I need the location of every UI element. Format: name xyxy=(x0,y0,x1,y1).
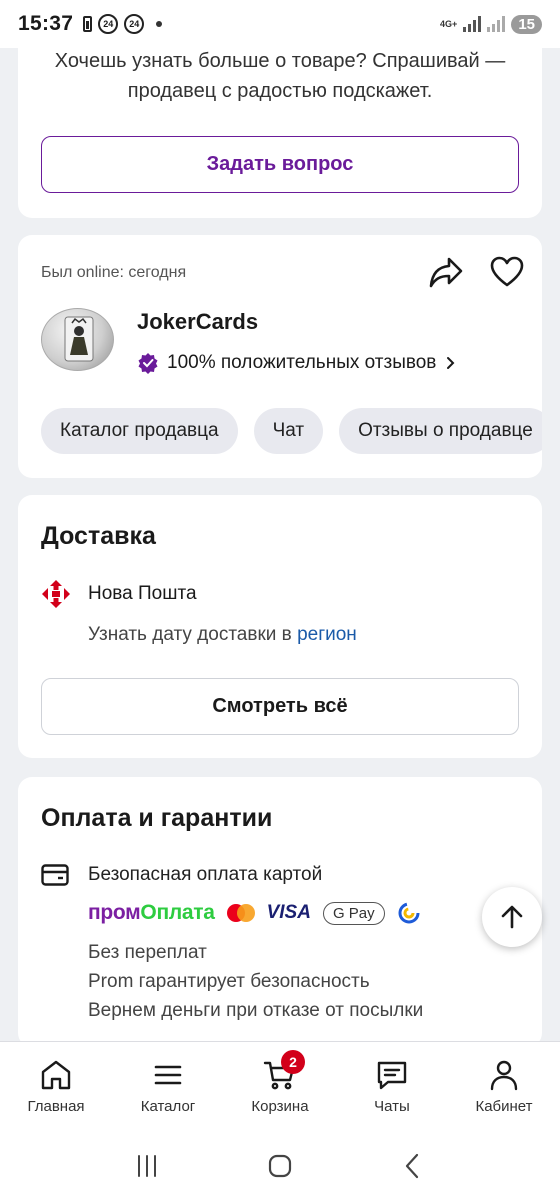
mastercard-icon xyxy=(226,904,255,922)
prom-payment-logo: промОплата xyxy=(88,901,215,924)
visa-logo: VISA xyxy=(266,902,311,923)
favorite-heart-icon[interactable] xyxy=(490,255,524,289)
battery-saver-icon xyxy=(83,16,93,32)
status-notification-icons: 24 24 xyxy=(83,14,163,34)
seller-chips: Каталог продавца Чат Отзывы о продавце xyxy=(41,408,542,454)
payment-title: Оплата и гарантии xyxy=(41,804,273,832)
recent-apps-icon[interactable] xyxy=(132,1151,162,1181)
ask-question-text: Хочешь узнать больше о товаре? Спрашивай… xyxy=(54,50,506,102)
seller-online-status: Был online: сегодня xyxy=(41,264,187,281)
seller-card: Был online: сегодня JokerCards 100% поло… xyxy=(18,235,542,478)
home-button-icon[interactable] xyxy=(265,1151,295,1181)
nav-catalog-label: Каталог xyxy=(140,1098,196,1115)
back-icon[interactable] xyxy=(398,1151,428,1181)
payment-card: Оплата и гарантии Безопасная оплата карт… xyxy=(18,777,542,1047)
bottom-navigation: Главная Каталог 2 Корзина Чаты Кабинет xyxy=(0,1041,560,1131)
chip-chat[interactable]: Чат xyxy=(253,408,324,454)
nav-chats-label: Чаты xyxy=(374,1098,410,1115)
arrow-up-icon xyxy=(501,905,523,929)
signal-icon-2 xyxy=(487,16,506,32)
payment-benefit: Вернем деньги при отказе от посылки xyxy=(88,1000,424,1021)
more-notifications-dot xyxy=(156,21,163,27)
delivery-date-line: Узнать дату доставки в регион xyxy=(88,624,357,646)
google-pay-logo: G Pay xyxy=(322,901,385,925)
nav-account[interactable]: Кабинет xyxy=(448,1042,560,1131)
verified-badge-icon xyxy=(138,353,158,374)
chevron-right-icon xyxy=(447,357,455,369)
seller-rating-text: 100% положительных отзывов xyxy=(167,352,437,373)
payment-benefit: Prom гарантирует безопасность xyxy=(88,971,370,992)
network-type-icon: 4G+ xyxy=(440,18,458,29)
payment-provider-icon xyxy=(398,902,420,924)
nova-poshta-icon xyxy=(42,580,70,608)
chat-icon xyxy=(377,1061,407,1090)
ask-question-card: Хочешь узнать больше о товаре? Спрашивай… xyxy=(18,38,542,218)
delivery-region-link[interactable]: регион xyxy=(297,624,357,645)
notification-24-icon: 24 xyxy=(124,14,145,34)
delivery-date-text: Узнать дату доставки в xyxy=(88,624,292,645)
nav-home[interactable]: Главная xyxy=(0,1042,112,1131)
seller-avatar[interactable] xyxy=(41,308,114,371)
home-icon xyxy=(41,1060,71,1090)
nav-cart-label: Корзина xyxy=(251,1098,309,1115)
delivery-card: Доставка Нова Пошта Узнать дату доставки… xyxy=(18,495,542,758)
view-all-delivery-button[interactable]: Смотреть всё xyxy=(41,678,519,735)
ask-question-button[interactable]: Задать вопрос xyxy=(41,136,519,193)
share-icon[interactable] xyxy=(428,255,464,289)
nav-account-label: Кабинет xyxy=(475,1098,533,1115)
cart-count-badge: 2 xyxy=(281,1050,305,1074)
signal-icon xyxy=(463,16,482,32)
menu-icon xyxy=(154,1065,182,1085)
secure-payment-text: Безопасная оплата картой xyxy=(88,864,323,885)
status-time: 15:37 xyxy=(18,12,74,35)
battery-level: 15 xyxy=(511,14,542,34)
notification-24-icon: 24 xyxy=(98,14,119,34)
seller-name[interactable]: JokerCards xyxy=(137,309,258,335)
nav-chats[interactable]: Чаты xyxy=(336,1042,448,1131)
user-icon xyxy=(490,1060,518,1091)
nav-catalog[interactable]: Каталог xyxy=(112,1042,224,1131)
delivery-carrier: Нова Пошта xyxy=(88,583,197,604)
chip-seller-reviews[interactable]: Отзывы о продавце xyxy=(339,408,542,454)
credit-card-icon xyxy=(41,864,69,886)
nav-home-label: Главная xyxy=(27,1098,85,1115)
scroll-to-top-button[interactable] xyxy=(482,887,542,947)
delivery-title: Доставка xyxy=(41,522,156,550)
chip-seller-catalog[interactable]: Каталог продавца xyxy=(41,408,238,454)
nav-cart[interactable]: 2 Корзина xyxy=(224,1042,336,1131)
seller-rating-link[interactable]: 100% положительных отзывов xyxy=(137,352,458,374)
payment-benefit: Без переплат xyxy=(88,942,207,963)
payment-logos: промОплата VISA G Pay xyxy=(88,901,421,925)
system-navigation-bar xyxy=(0,1131,560,1200)
